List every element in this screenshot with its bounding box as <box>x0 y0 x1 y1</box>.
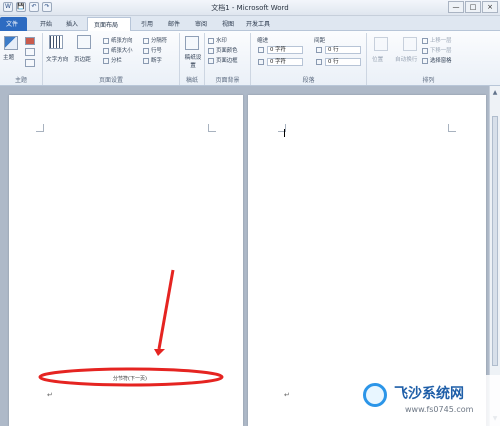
columns-icon <box>103 57 109 64</box>
page-border-icon <box>208 57 214 64</box>
close-button[interactable]: × <box>482 1 498 13</box>
breaks-button[interactable]: 分隔符 <box>143 36 167 44</box>
text-cursor <box>284 129 285 137</box>
page-corner-mark <box>36 124 44 132</box>
orientation-icon <box>103 37 109 44</box>
theme-fonts-icon[interactable] <box>25 48 35 56</box>
position-button[interactable]: 位置 <box>372 55 383 63</box>
ribbon-tabs: 文件 开始 插入 页面布局 引用 邮件 审阅 视图 开发工具 <box>0 16 500 31</box>
page-background-group: 水印 页面颜色 页面边框 页面背景 <box>205 33 251 85</box>
tab-view[interactable]: 视图 <box>216 17 240 31</box>
indent-left-icon <box>258 47 264 53</box>
send-backward-icon <box>422 47 428 54</box>
theme-colors-icon[interactable] <box>25 37 35 45</box>
page-color-button[interactable]: 页面颜色 <box>208 46 238 54</box>
watermark-button[interactable]: 水印 <box>208 36 227 44</box>
ribbon-panel: 主题 主题 文字方向 页边距 纸张方向 纸张大小 分栏 分隔符 行号 断字 页面… <box>0 31 500 86</box>
draft-settings-button[interactable]: 稿纸设置 <box>182 53 204 69</box>
arrange-group-label: 排列 <box>422 77 435 84</box>
theme-effects-icon[interactable] <box>25 59 35 67</box>
text-direction-icon <box>49 35 63 49</box>
scrollbar-thumb[interactable] <box>492 116 498 366</box>
columns-button[interactable]: 分栏 <box>103 56 122 64</box>
page-border-button[interactable]: 页面边框 <box>208 56 238 64</box>
tab-review[interactable]: 审阅 <box>189 17 213 31</box>
site-watermark: 飞沙系统网 www.fs0745.com <box>357 375 500 426</box>
hyphenation-button[interactable]: 断字 <box>143 56 162 64</box>
page-size-icon <box>103 47 109 54</box>
scroll-up-icon[interactable]: ▲ <box>491 89 499 97</box>
breaks-icon <box>143 37 149 44</box>
indent-left-field[interactable]: 0 字符 <box>267 46 303 54</box>
page-setup-group: 文字方向 页边距 纸张方向 纸张大小 分栏 分隔符 行号 断字 页面设置 <box>43 33 180 85</box>
size-button[interactable]: 纸张大小 <box>103 46 133 54</box>
margins-button[interactable]: 页边距 <box>74 55 91 63</box>
bring-forward-icon <box>422 37 428 44</box>
line-numbers-button[interactable]: 行号 <box>143 46 162 54</box>
spacing-after-icon <box>316 59 322 65</box>
position-icon <box>374 37 388 51</box>
indent-right-icon <box>258 59 264 65</box>
draft-paper-icon <box>185 36 199 50</box>
themes-group: 主题 主题 <box>0 33 43 85</box>
section-break-text: 分节符(下一页) <box>113 376 147 382</box>
draft-group-label: 稿纸 <box>185 77 198 84</box>
wrap-text-button[interactable]: 自动换行 <box>395 55 417 63</box>
tab-references[interactable]: 引用 <box>135 17 159 31</box>
watermark-url: www.fs0745.com <box>405 405 474 414</box>
paragraph-return-mark: ↵ <box>284 391 290 399</box>
tab-developer[interactable]: 开发工具 <box>240 17 276 31</box>
tab-home[interactable]: 开始 <box>34 17 58 31</box>
spacing-before-icon <box>316 47 322 53</box>
orientation-button[interactable]: 纸张方向 <box>103 36 133 44</box>
indent-right-field[interactable]: 0 字符 <box>267 58 303 66</box>
watermark-title: 飞沙系统网 <box>394 386 464 402</box>
bring-forward-button[interactable]: 上移一层 <box>422 36 452 44</box>
minimize-button[interactable]: — <box>448 1 464 13</box>
line-numbers-icon <box>143 47 149 54</box>
paragraph-group: 缩进 间距 0 字符 0 字符 0 行 0 行 段落 <box>251 33 367 85</box>
spacing-after-field[interactable]: 0 行 <box>325 58 361 66</box>
arrange-group: 位置 自动换行 上移一层 下移一层 选择窗格 排列 <box>367 33 490 85</box>
maximize-button[interactable]: □ <box>465 1 481 13</box>
selection-pane-icon <box>422 57 428 64</box>
themes-icon <box>4 36 18 50</box>
hyphenation-icon <box>143 57 149 64</box>
site-logo-icon <box>363 383 387 407</box>
wrap-text-icon <box>403 37 417 51</box>
spacing-before-field[interactable]: 0 行 <box>325 46 361 54</box>
tab-mailings[interactable]: 邮件 <box>162 17 186 31</box>
margins-icon <box>77 35 91 49</box>
title-bar: W 💾 ↶ ↷ 文档1 - Microsoft Word — □ × <box>0 0 500 16</box>
page-background-group-label: 页面背景 <box>215 77 240 84</box>
themes-button[interactable]: 主题 <box>3 53 14 61</box>
paragraph-group-label: 段落 <box>302 77 315 84</box>
page-corner-mark <box>208 124 216 132</box>
indent-label: 缩进 <box>257 38 269 44</box>
window-controls: — □ × <box>448 1 498 13</box>
spacing-label: 间距 <box>314 38 326 44</box>
paragraph-return-mark: ↵ <box>47 391 53 399</box>
page-corner-mark <box>448 124 456 132</box>
window-title: 文档1 - Microsoft Word <box>211 4 289 12</box>
tab-page-layout[interactable]: 页面布局 <box>87 17 131 31</box>
page-color-icon <box>208 47 214 54</box>
watermark-icon <box>208 37 214 44</box>
text-direction-button[interactable]: 文字方向 <box>46 55 68 63</box>
tab-file[interactable]: 文件 <box>0 17 27 31</box>
send-backward-button[interactable]: 下移一层 <box>422 46 452 54</box>
tab-insert[interactable]: 插入 <box>60 17 84 31</box>
page-setup-group-label: 页面设置 <box>98 77 123 84</box>
draft-group: 稿纸设置 稿纸 <box>180 33 205 85</box>
selection-pane-button[interactable]: 选择窗格 <box>422 56 452 64</box>
themes-group-label: 主题 <box>14 77 27 84</box>
